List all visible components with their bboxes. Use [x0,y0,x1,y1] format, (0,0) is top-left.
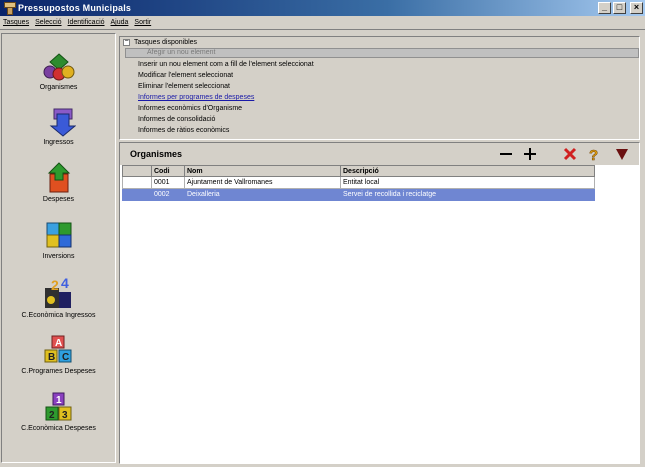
organismes-icon [43,53,74,81]
list-header: Organismes ? [120,143,639,165]
cell-descripcio: Servei de recollida i reciclatge [340,188,595,201]
c-programes-despeses-icon: A B C [44,335,71,363]
collapse-minus-icon[interactable] [498,146,514,162]
cell-nom: Ajuntament de Vallromanes [184,176,341,189]
svg-text:2: 2 [51,277,59,293]
app-icon [3,2,16,15]
delete-icon[interactable] [562,146,578,162]
despeses-icon [47,162,70,193]
svg-text:3: 3 [62,410,68,421]
list-title: Organismes [130,149,183,159]
column-header-descripcio[interactable]: Descripció [340,165,595,177]
task-item-informes-economics[interactable]: Informes econòmics d'Organisme [138,105,242,112]
cell-nom: Deixalleria [184,188,341,201]
tasks-panel: − Tasques disponibles Afegir un nou elem… [119,36,640,140]
close-button[interactable]: × [630,2,643,14]
c-economica-despeses-icon: 1 2 3 [45,392,71,421]
cell-codi: 0002 [151,188,185,201]
organismes-panel: Organismes ? Codi Nom Descripció 0001 Aj… [119,142,640,464]
row-selector[interactable] [122,188,152,201]
sidebar-item-c-economica-ingressos[interactable]: 2 4 C.Econòmica Ingressos [2,276,115,319]
task-item-modificar[interactable]: Modificar l'element seleccionat [138,72,233,79]
window-title: Pressupostos Municipals [18,3,132,13]
menu-sortir[interactable]: Sortir [134,19,151,26]
c-economica-ingressos-icon: 2 4 [44,276,71,308]
task-item-afegir[interactable]: Afegir un nou element [125,48,639,58]
collapse-icon[interactable]: − [123,38,130,46]
task-item-inserir[interactable]: Inserir un nou element com a fill de l'e… [138,61,314,68]
svg-text:1: 1 [56,395,62,406]
title-bar: Pressupostos Municipals _ □ × [0,0,645,16]
organismes-table: Codi Nom Descripció 0001 Ajuntament de V… [122,165,595,201]
table-header-row: Codi Nom Descripció [122,165,595,177]
cell-descripcio: Entitat local [340,176,595,189]
expand-plus-icon[interactable] [522,146,538,162]
ingressos-icon [49,108,76,137]
sidebar-item-label: C.Programes Despeses [21,368,96,375]
sidebar: Organismes Ingressos Despeses Inversions… [1,33,116,463]
sidebar-item-label: Despeses [42,196,75,203]
column-header-selector [122,165,152,177]
menu-bar: Tasques Selecció Identificació Ajuda Sor… [0,16,645,30]
cell-codi: 0001 [151,176,185,189]
menu-tasques[interactable]: Tasques [3,19,29,26]
dropdown-arrow-icon[interactable] [614,146,630,162]
sidebar-item-c-economica-despeses[interactable]: 1 2 3 C.Econòmica Despeses [2,391,115,432]
menu-identificacio[interactable]: Identificació [68,19,105,26]
inversions-icon [46,222,71,248]
maximize-button[interactable]: □ [613,2,626,14]
sidebar-item-organismes[interactable]: Organismes [2,52,115,91]
table-row[interactable]: 0001 Ajuntament de Vallromanes Entitat l… [122,176,595,189]
sidebar-item-despeses[interactable]: Despeses [2,162,115,203]
row-selector[interactable] [122,176,152,189]
task-item-informes-programes[interactable]: Informes per programes de despeses [138,94,254,101]
sidebar-item-ingressos[interactable]: Ingressos [2,107,115,146]
svg-text:?: ? [589,147,598,162]
task-item-informes-ratios[interactable]: Informes de ràtios econòmics [138,127,229,134]
sidebar-item-label: C.Econòmica Despeses [21,425,96,432]
menu-seleccio[interactable]: Selecció [35,19,61,26]
svg-text:C: C [62,352,69,363]
task-item-eliminar[interactable]: Eliminar l'element seleccionat [138,83,230,90]
table-row[interactable]: 0002 Deixalleria Servei de recollida i r… [122,188,595,201]
tasks-header[interactable]: − Tasques disponibles [123,38,198,46]
column-header-nom[interactable]: Nom [184,165,341,177]
sidebar-item-label: Organismes [39,84,78,91]
task-item-informes-consolidacio[interactable]: Informes de consolidació [138,116,215,123]
sidebar-item-c-programes-despeses[interactable]: A B C C.Programes Despeses [2,334,115,375]
tasks-header-label: Tasques disponibles [134,39,198,46]
svg-text:2: 2 [49,410,55,421]
column-header-codi[interactable]: Codi [151,165,185,177]
svg-text:A: A [55,338,62,349]
minimize-button[interactable]: _ [598,2,611,14]
svg-text:4: 4 [61,276,69,291]
sidebar-item-inversions[interactable]: Inversions [2,219,115,260]
svg-text:B: B [48,352,55,363]
sidebar-item-label: C.Econòmica Ingressos [21,312,96,319]
menu-ajuda[interactable]: Ajuda [111,19,129,26]
help-icon[interactable]: ? [586,146,602,162]
sidebar-item-label: Ingressos [43,139,74,146]
sidebar-item-label: Inversions [42,253,75,260]
